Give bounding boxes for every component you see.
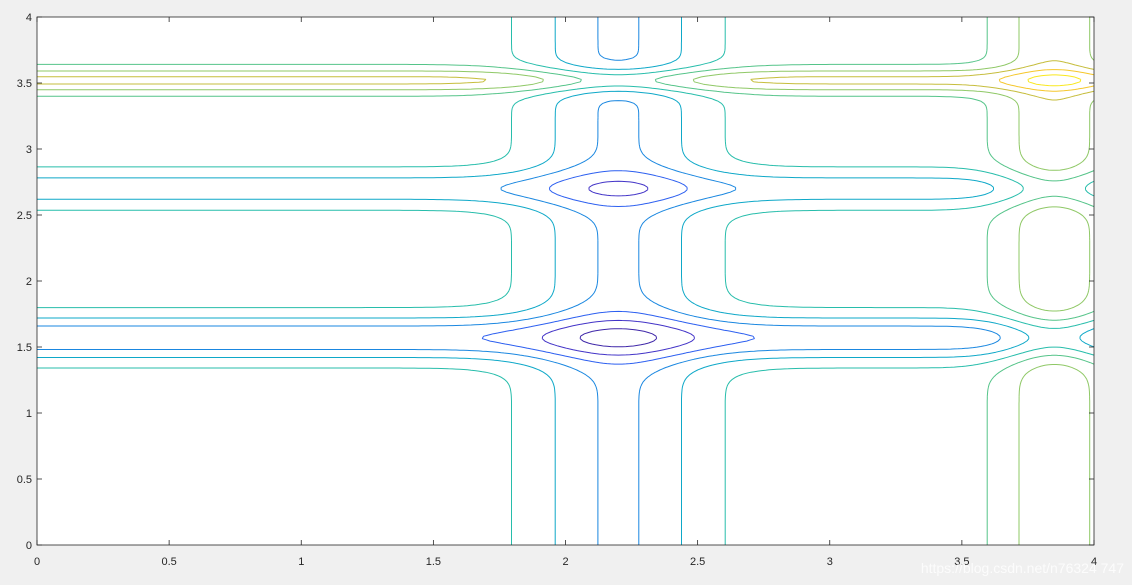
y-tick-label: 0.5	[17, 474, 32, 486]
y-tick-label: 1.5	[17, 342, 32, 354]
y-tick-label: 1	[26, 408, 32, 420]
y-tick-label: 2	[26, 276, 32, 288]
x-tick-label: 0.5	[161, 556, 176, 568]
x-tick-label: 0	[34, 556, 40, 568]
contour-figure: 0 0.5 1 1.5 2 2.5 3 3.5 400.511.522.533.54 https…	[17, 12, 1124, 576]
watermark: https://blog.csdn.net/n76324 747	[921, 560, 1124, 576]
x-tick-label: 3	[827, 556, 833, 568]
y-tick-label: 3	[26, 144, 32, 156]
y-tick-label: 3.5	[17, 78, 32, 90]
x-tick-label: 2	[562, 556, 568, 568]
y-tick-label: 4	[26, 12, 32, 24]
x-tick-label: 1.5	[426, 556, 441, 568]
y-tick-label: 2.5	[17, 210, 32, 222]
y-tick-label: 0	[26, 540, 32, 552]
x-tick-label: 2.5	[690, 556, 705, 568]
x-tick-label: 1	[298, 556, 304, 568]
